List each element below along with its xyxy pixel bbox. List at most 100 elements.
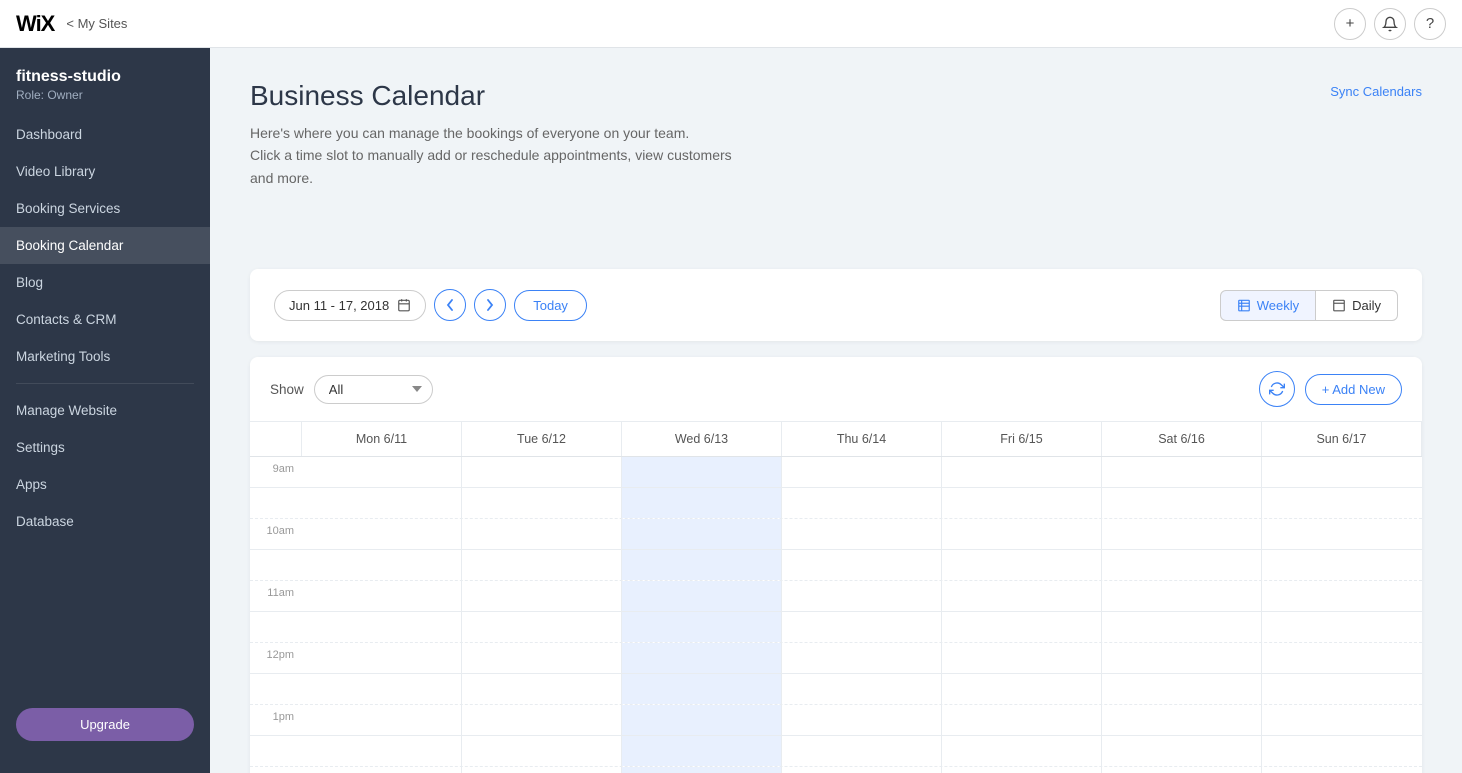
grid-cell-10-5[interactable] (1102, 767, 1262, 773)
grid-cell-2-1[interactable] (462, 519, 622, 549)
grid-cell-2-0[interactable] (302, 519, 462, 549)
grid-cell-0-1[interactable] (462, 457, 622, 487)
grid-cell-3-2[interactable] (622, 550, 782, 580)
sidebar-item-marketing-tools[interactable]: Marketing Tools (0, 338, 210, 375)
grid-cell-6-1[interactable] (462, 643, 622, 673)
notifications-button[interactable] (1374, 8, 1406, 40)
grid-cell-2-5[interactable] (1102, 519, 1262, 549)
grid-cell-9-3[interactable] (782, 736, 942, 766)
grid-cell-2-6[interactable] (1262, 519, 1422, 549)
grid-cell-6-0[interactable] (302, 643, 462, 673)
grid-cell-1-3[interactable] (782, 488, 942, 518)
grid-cell-4-3[interactable] (782, 581, 942, 611)
grid-cell-4-6[interactable] (1262, 581, 1422, 611)
grid-cell-10-2[interactable] (622, 767, 782, 773)
sidebar-item-dashboard[interactable]: Dashboard (0, 116, 210, 153)
grid-cell-7-6[interactable] (1262, 674, 1422, 704)
grid-cell-6-6[interactable] (1262, 643, 1422, 673)
grid-cell-9-1[interactable] (462, 736, 622, 766)
grid-cell-1-4[interactable] (942, 488, 1102, 518)
grid-cell-5-5[interactable] (1102, 612, 1262, 642)
grid-cell-6-5[interactable] (1102, 643, 1262, 673)
grid-cell-9-6[interactable] (1262, 736, 1422, 766)
grid-cell-5-0[interactable] (302, 612, 462, 642)
daily-view-button[interactable]: Daily (1316, 290, 1398, 321)
grid-cell-7-1[interactable] (462, 674, 622, 704)
grid-cell-4-1[interactable] (462, 581, 622, 611)
grid-cell-3-3[interactable] (782, 550, 942, 580)
grid-cell-8-2[interactable] (622, 705, 782, 735)
grid-cell-4-2[interactable] (622, 581, 782, 611)
grid-cell-9-0[interactable] (302, 736, 462, 766)
grid-cell-8-5[interactable] (1102, 705, 1262, 735)
grid-cell-3-6[interactable] (1262, 550, 1422, 580)
grid-cell-1-2[interactable] (622, 488, 782, 518)
grid-cell-5-4[interactable] (942, 612, 1102, 642)
grid-cell-0-6[interactable] (1262, 457, 1422, 487)
sidebar-item-database[interactable]: Database (0, 503, 210, 540)
grid-cell-8-4[interactable] (942, 705, 1102, 735)
grid-cell-5-2[interactable] (622, 612, 782, 642)
grid-cell-1-5[interactable] (1102, 488, 1262, 518)
grid-cell-9-4[interactable] (942, 736, 1102, 766)
grid-cell-8-3[interactable] (782, 705, 942, 735)
grid-cell-3-1[interactable] (462, 550, 622, 580)
grid-cell-4-5[interactable] (1102, 581, 1262, 611)
next-week-button[interactable] (474, 289, 506, 321)
grid-cell-1-0[interactable] (302, 488, 462, 518)
weekly-view-button[interactable]: Weekly (1220, 290, 1316, 321)
sidebar-item-video-library[interactable]: Video Library (0, 153, 210, 190)
grid-cell-3-5[interactable] (1102, 550, 1262, 580)
grid-cell-5-6[interactable] (1262, 612, 1422, 642)
grid-cell-2-2[interactable] (622, 519, 782, 549)
grid-cell-7-0[interactable] (302, 674, 462, 704)
grid-cell-9-2[interactable] (622, 736, 782, 766)
sidebar-item-booking-services[interactable]: Booking Services (0, 190, 210, 227)
grid-cell-5-3[interactable] (782, 612, 942, 642)
grid-cell-1-1[interactable] (462, 488, 622, 518)
grid-cell-6-4[interactable] (942, 643, 1102, 673)
grid-cell-3-4[interactable] (942, 550, 1102, 580)
sidebar-item-contacts-crm[interactable]: Contacts & CRM (0, 301, 210, 338)
grid-cell-8-6[interactable] (1262, 705, 1422, 735)
grid-cell-9-5[interactable] (1102, 736, 1262, 766)
grid-cell-10-3[interactable] (782, 767, 942, 773)
grid-cell-8-0[interactable] (302, 705, 462, 735)
grid-cell-10-4[interactable] (942, 767, 1102, 773)
filter-select[interactable]: All My bookings Staff (314, 375, 433, 404)
grid-cell-7-4[interactable] (942, 674, 1102, 704)
sidebar-item-apps[interactable]: Apps (0, 466, 210, 503)
prev-week-button[interactable] (434, 289, 466, 321)
grid-cell-2-3[interactable] (782, 519, 942, 549)
grid-cell-6-2[interactable] (622, 643, 782, 673)
upgrade-button[interactable]: Upgrade (16, 708, 194, 741)
my-sites-link[interactable]: < My Sites (66, 16, 127, 31)
grid-cell-10-0[interactable] (302, 767, 462, 773)
grid-cell-8-1[interactable] (462, 705, 622, 735)
grid-cell-0-2[interactable] (622, 457, 782, 487)
grid-cell-0-4[interactable] (942, 457, 1102, 487)
grid-cell-10-1[interactable] (462, 767, 622, 773)
grid-cell-6-3[interactable] (782, 643, 942, 673)
grid-cell-0-3[interactable] (782, 457, 942, 487)
sidebar-item-booking-calendar[interactable]: Booking Calendar (0, 227, 210, 264)
grid-cell-7-5[interactable] (1102, 674, 1262, 704)
grid-cell-7-3[interactable] (782, 674, 942, 704)
grid-cell-4-0[interactable] (302, 581, 462, 611)
grid-cell-0-5[interactable] (1102, 457, 1262, 487)
grid-cell-1-6[interactable] (1262, 488, 1422, 518)
sidebar-item-settings[interactable]: Settings (0, 429, 210, 466)
sidebar-item-blog[interactable]: Blog (0, 264, 210, 301)
grid-cell-7-2[interactable] (622, 674, 782, 704)
grid-cell-10-6[interactable] (1262, 767, 1422, 773)
grid-cell-3-0[interactable] (302, 550, 462, 580)
grid-cell-4-4[interactable] (942, 581, 1102, 611)
grid-cell-2-4[interactable] (942, 519, 1102, 549)
today-button[interactable]: Today (514, 290, 587, 321)
grid-cell-5-1[interactable] (462, 612, 622, 642)
add-button[interactable]: + (1334, 8, 1366, 40)
sidebar-item-manage-website[interactable]: Manage Website (0, 392, 210, 429)
sync-calendars-link[interactable]: Sync Calendars (1330, 80, 1422, 99)
refresh-button[interactable] (1259, 371, 1295, 407)
date-range-selector[interactable]: Jun 11 - 17, 2018 (274, 290, 426, 321)
